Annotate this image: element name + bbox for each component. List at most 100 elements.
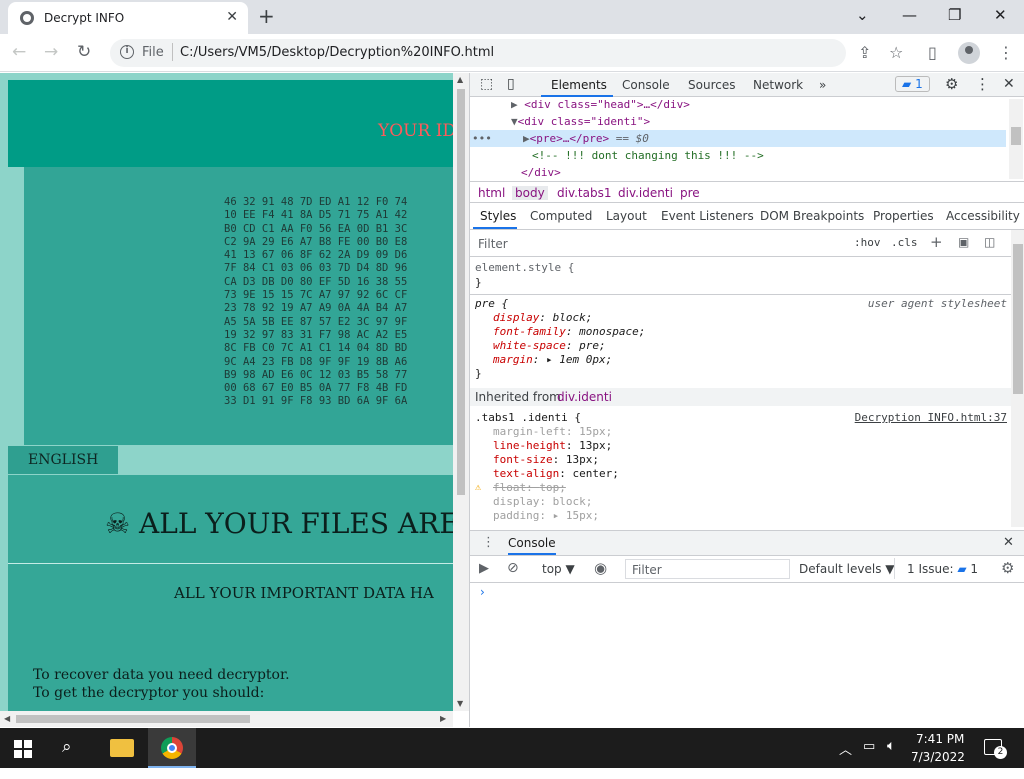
styles-filter-input[interactable]: Filter [478,237,508,251]
styles-scrollbar[interactable] [1011,230,1024,527]
notifications-icon[interactable]: 2 [984,739,1007,759]
inherited-from-link[interactable]: div.identi [557,390,612,404]
forward-icon[interactable]: → [44,42,58,62]
console-filter-input[interactable]: Filter [625,559,790,579]
console-settings-icon[interactable]: ⚙ [1001,559,1014,577]
scroll-left-icon[interactable]: ◀ [4,714,10,723]
clock-time[interactable]: 7:41 PM [916,732,964,746]
drawer-menu-icon[interactable]: ⋮ [482,535,495,550]
new-tab-button[interactable]: + [258,4,275,28]
tab-console-drawer[interactable]: Console [508,536,556,555]
settings-gear-icon[interactable]: ⚙ [945,75,958,93]
drawer-close-icon[interactable]: ✕ [1003,535,1014,550]
computed-styles-icon[interactable]: ▣ [958,235,969,249]
tab-layout[interactable]: Layout [606,209,647,223]
profile-avatar[interactable] [958,42,980,64]
tab-styles[interactable]: Styles [480,209,516,223]
more-tabs-icon[interactable]: » [819,78,826,92]
dom-node[interactable]: </div> [521,164,561,181]
issues-badge[interactable]: ▰ 1 [895,76,930,92]
crumb-html[interactable]: html [478,186,505,200]
devtools-close-icon[interactable]: ✕ [1003,76,1015,92]
default-levels-select[interactable]: Default levels ▼ [799,562,895,576]
side-panel-icon[interactable]: ▯ [928,43,937,62]
tab-english[interactable]: ENGLISH [8,446,118,474]
cls-toggle[interactable]: .cls [891,236,918,249]
device-toolbar-icon[interactable]: ▯ [507,76,515,92]
context-select[interactable]: top ▼ [542,562,575,576]
url-text[interactable]: C:/Users/VM5/Desktop/Decryption%20INFO.h… [180,45,494,60]
tab-dom-breakpoints[interactable]: DOM Breakpoints [760,209,864,223]
dom-node[interactable]: ▼<div class="identi"> [511,113,650,130]
new-rule-icon[interactable]: + [930,233,943,251]
tab-computed[interactable]: Computed [530,209,592,223]
network-icon[interactable]: ▭ [863,739,875,779]
tab-accessibility[interactable]: Accessibility [946,209,1020,223]
eye-icon[interactable]: ◉ [594,559,607,577]
tray-chevron-icon[interactable]: ︿ [839,739,852,779]
scroll-thumb[interactable] [1013,244,1023,394]
tab-console[interactable]: Console [622,78,670,92]
dom-node-selected[interactable]: ▶<pre>…</pre> == $0 [523,130,649,147]
address-bar[interactable]: i File C:/Users/VM5/Desktop/Decryption%2… [110,39,846,67]
inspect-icon[interactable]: ⬚ [480,76,493,92]
toggle-sidebar-icon[interactable]: ◫ [984,235,995,249]
css-prop[interactable]: padding: ▸ 15px; [493,509,599,523]
back-icon[interactable]: ← [12,42,26,62]
tab-event-listeners[interactable]: Event Listeners [661,209,754,223]
tab-search-icon[interactable]: ⌄ [856,6,869,24]
menu-kebab-icon[interactable]: ⋮ [998,43,1014,62]
volume-icon[interactable]: 🔈︎ [887,738,895,778]
scroll-up-icon[interactable]: ▲ [457,75,463,84]
devtools-menu-icon[interactable]: ⋮ [975,75,990,93]
scroll-right-icon[interactable]: ▶ [440,714,446,723]
css-prop[interactable]: font-size: 13px; [493,453,599,467]
windows-start-icon[interactable] [14,740,32,758]
css-prop-invalid[interactable]: float: top; [493,481,566,495]
console-sidebar-icon[interactable]: ▶ [479,561,489,576]
share-icon[interactable]: ⇪ [858,43,871,62]
hov-toggle[interactable]: :hov [854,236,881,249]
tab-sources[interactable]: Sources [688,78,735,92]
page-vertical-scrollbar[interactable]: ▲ ▼ [453,73,469,711]
console-prompt[interactable]: › [480,585,485,599]
dom-comment[interactable]: <!-- !!! dont changing this !!! --> [532,147,764,164]
scroll-thumb[interactable] [1011,127,1021,145]
clear-console-icon[interactable]: ⊘ [507,560,519,576]
minimize-button[interactable]: — [902,6,917,24]
crumb-pre[interactable]: pre [680,186,700,200]
browser-tab[interactable]: Decrypt INFO ✕ [8,2,248,34]
crumb-identi[interactable]: div.identi [618,186,673,200]
scroll-down-icon[interactable]: ▼ [457,699,463,708]
bookmark-star-icon[interactable]: ☆ [889,43,903,62]
css-prop[interactable]: margin-left: 15px; [493,425,612,439]
css-prop[interactable]: font-family: monospace; [493,325,645,339]
css-prop[interactable]: line-height: 13px; [493,439,612,453]
clock-date[interactable]: 7/3/2022 [911,750,965,764]
page-horizontal-scrollbar[interactable]: ◀ ▶ [0,711,453,727]
element-style-selector[interactable]: element.style { [475,261,574,275]
tab-close-icon[interactable]: ✕ [226,9,238,25]
css-prop[interactable]: text-align: center; [493,467,619,481]
tab-network[interactable]: Network [753,78,803,92]
crumb-body[interactable]: body [512,186,548,200]
dom-scrollbar[interactable] [1009,99,1023,179]
css-prop[interactable]: display: block; [493,311,592,325]
info-icon[interactable]: i [120,45,134,59]
chrome-taskbar-button[interactable] [148,728,196,768]
identi-selector[interactable]: .tabs1 .identi { [475,411,581,425]
node-ellipsis-icon[interactable]: ••• [472,130,492,147]
window-close-button[interactable]: ✕ [994,6,1007,24]
scroll-thumb[interactable] [457,89,465,495]
css-prop[interactable]: display: block; [493,495,592,509]
pre-selector[interactable]: pre { [475,297,508,311]
source-link[interactable]: Decryption INFO.html:37 [855,411,1007,425]
file-explorer-icon[interactable] [110,739,134,757]
crumb-tabs1[interactable]: div.tabs1 [557,186,612,200]
scroll-thumb[interactable] [16,715,250,723]
search-icon[interactable]: ⌕ [62,737,72,777]
css-prop[interactable]: margin: ▸ 1em 0px; [493,353,612,367]
dom-node[interactable]: ▶ <div class="head">…</div> [511,96,690,113]
css-prop[interactable]: white-space: pre; [493,339,606,353]
issues-link[interactable]: 1 Issue: ▰ 1 [907,562,978,576]
